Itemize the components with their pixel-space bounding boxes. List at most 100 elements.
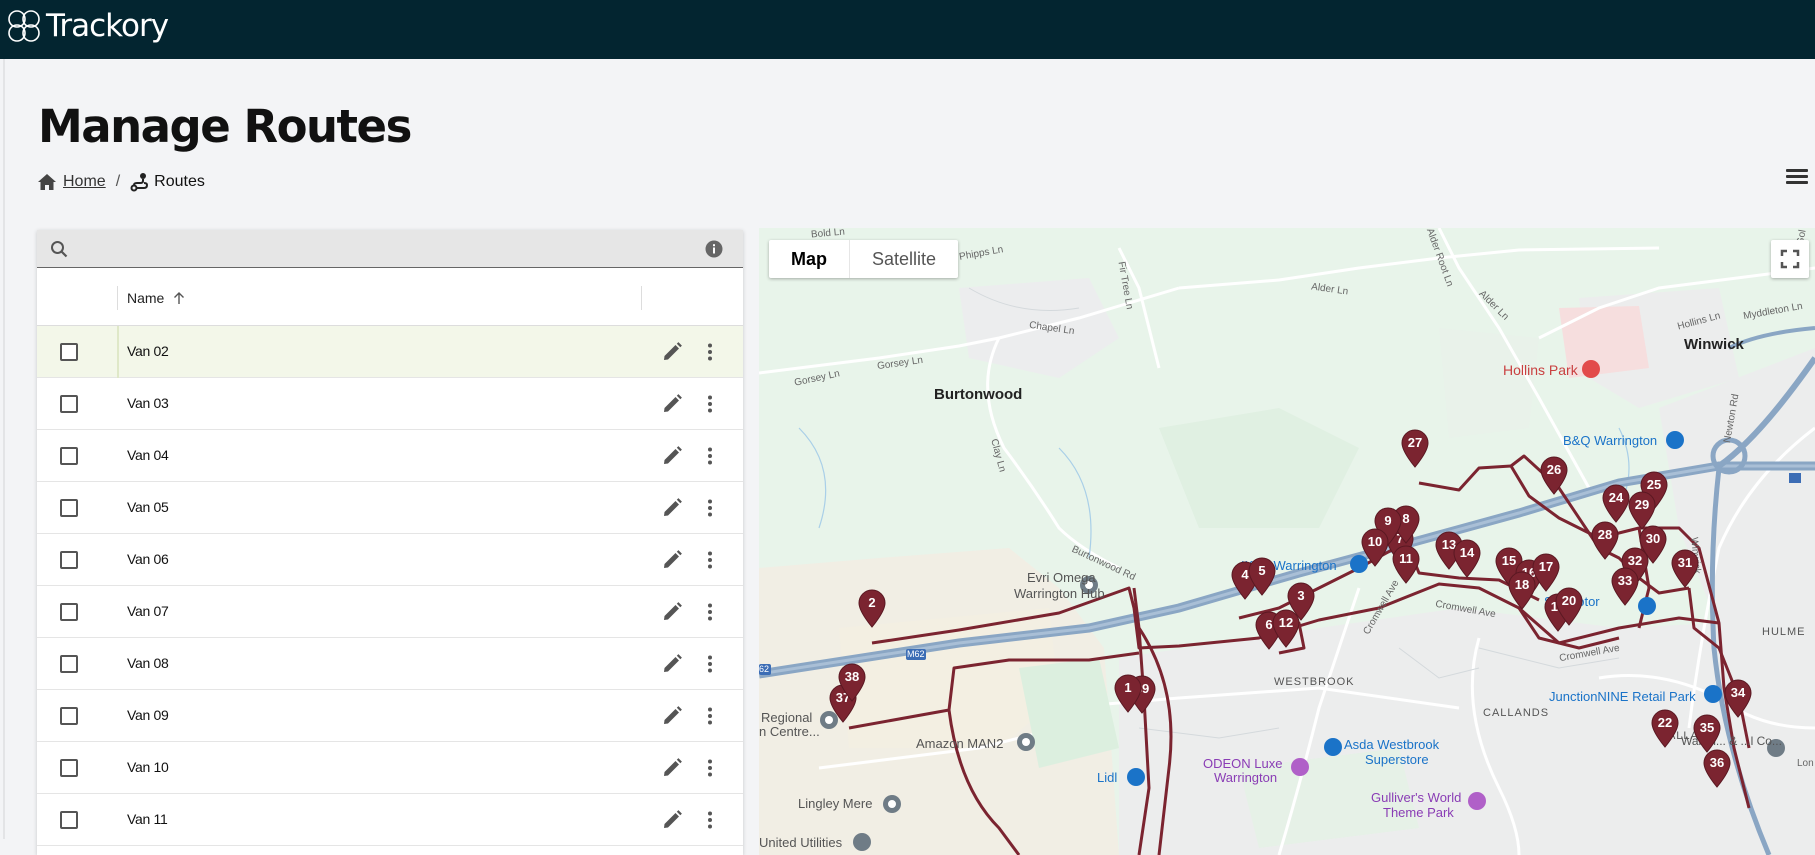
info-icon[interactable] — [705, 240, 723, 258]
breadcrumb-current: Routes — [154, 173, 205, 190]
table-row[interactable]: Van 06 — [37, 534, 743, 586]
route-stop-pin[interactable]: 10 — [1360, 527, 1390, 567]
table-row[interactable]: Van 05 — [37, 482, 743, 534]
routes-table-panel: Name Van 02 Van 03 Van 04 Van 05 Van 06 Van 0… — [37, 230, 743, 855]
pencil-icon[interactable] — [661, 757, 683, 779]
row-checkbox[interactable] — [60, 759, 78, 777]
route-stop-pin[interactable]: 34 — [1723, 678, 1753, 718]
route-stop-pin-label: 12 — [1278, 615, 1294, 630]
route-stop-pin-label: 27 — [1407, 435, 1423, 450]
table-row[interactable]: Van 03 — [37, 378, 743, 430]
route-stop-pin-label: 20 — [1561, 593, 1577, 608]
map-type-control: Map Satellite — [769, 240, 959, 278]
table-row[interactable]: Van 09 — [37, 690, 743, 742]
more-vertical-icon[interactable] — [699, 393, 721, 415]
pencil-icon[interactable] — [661, 341, 683, 363]
route-stop-pin[interactable]: 1 — [1113, 673, 1143, 713]
pencil-icon[interactable] — [661, 445, 683, 467]
more-vertical-icon[interactable] — [699, 445, 721, 467]
fullscreen-button[interactable] — [1771, 240, 1809, 278]
route-stop-pin-label: 38 — [844, 669, 860, 684]
pencil-icon[interactable] — [661, 653, 683, 675]
pencil-icon[interactable] — [661, 809, 683, 831]
route-stop-pin[interactable]: 35 — [1692, 713, 1722, 753]
name-cell — [117, 326, 119, 378]
row-checkbox[interactable] — [60, 447, 78, 465]
map-type-satellite-button[interactable]: Satellite — [849, 240, 958, 278]
row-name: Van 07 — [127, 603, 169, 619]
route-stop-pin[interactable]: 2 — [857, 588, 887, 628]
column-header-name[interactable]: Name — [127, 290, 186, 306]
pencil-icon[interactable] — [661, 549, 683, 571]
page-title: Manage Routes — [38, 100, 412, 153]
route-stop-pin-label: 18 — [1514, 577, 1530, 592]
table-row[interactable]: Van 11 — [37, 794, 743, 846]
row-checkbox[interactable] — [60, 343, 78, 361]
route-stop-pin[interactable]: 5 — [1247, 556, 1277, 596]
route-stop-pin-label: 9 — [1384, 513, 1392, 528]
map-label-winwick: Winwick — [1684, 336, 1744, 353]
search-icon — [51, 241, 68, 258]
row-checkbox[interactable] — [60, 707, 78, 725]
route-icon — [130, 173, 149, 192]
app-logo[interactable]: Trackory — [4, 6, 169, 46]
breadcrumb-home-link[interactable]: Home — [63, 173, 106, 191]
route-stop-pin[interactable]: 36 — [1702, 748, 1732, 788]
pencil-icon[interactable] — [661, 393, 683, 415]
more-vertical-icon[interactable] — [699, 653, 721, 675]
route-stop-pin[interactable]: 26 — [1539, 455, 1569, 495]
map-label-odeon-2: Warrington — [1214, 770, 1278, 785]
row-name: Van 03 — [127, 395, 169, 411]
more-vertical-icon[interactable] — [699, 497, 721, 519]
route-stop-pin[interactable]: 28 — [1590, 520, 1620, 560]
row-checkbox[interactable] — [60, 551, 78, 569]
route-stop-pin[interactable]: 33 — [1610, 566, 1640, 606]
route-map[interactable]: Burtonwood Winwick Hollins Park B&Q Warr… — [759, 228, 1815, 855]
route-stop-pin[interactable]: 22 — [1650, 708, 1680, 748]
table-row[interactable]: Van 04 — [37, 430, 743, 482]
map-road-m62: M62 — [907, 649, 925, 659]
search-input[interactable] — [77, 236, 697, 262]
row-checkbox[interactable] — [60, 811, 78, 829]
route-stop-pin[interactable]: 20 — [1554, 586, 1584, 626]
pencil-icon[interactable] — [661, 705, 683, 727]
route-stop-pin-label: 28 — [1597, 527, 1613, 542]
map-label-lingley-mere: Lingley Mere — [798, 796, 873, 811]
pencil-icon[interactable] — [661, 601, 683, 623]
map-label-callands: CALLANDS — [1483, 707, 1550, 719]
hamburger-menu-icon[interactable] — [1786, 166, 1810, 188]
route-stop-pin[interactable]: 11 — [1391, 544, 1421, 584]
table-row[interactable]: Van 02 — [37, 326, 743, 378]
map-label-evri-2: Warrington Hub — [1014, 586, 1105, 601]
row-name: Van 10 — [127, 759, 169, 775]
route-stop-pin[interactable]: 27 — [1400, 428, 1430, 468]
route-stop-pin[interactable]: 38 — [837, 662, 867, 702]
map-label-united-utilities: United Utilities — [759, 835, 843, 850]
table-row[interactable]: Van 10 — [37, 742, 743, 794]
more-vertical-icon[interactable] — [699, 549, 721, 571]
route-stop-pin[interactable]: 12 — [1271, 608, 1301, 648]
map-label-evri-1: Evri Omega — [1027, 570, 1096, 585]
map-type-map-button[interactable]: Map — [769, 240, 849, 278]
search-bar — [37, 230, 743, 268]
more-vertical-icon[interactable] — [699, 757, 721, 779]
row-checkbox[interactable] — [60, 655, 78, 673]
row-name: Van 02 — [127, 343, 169, 359]
column-header-name-label: Name — [127, 290, 165, 306]
more-vertical-icon[interactable] — [699, 601, 721, 623]
more-vertical-icon[interactable] — [699, 705, 721, 727]
route-stop-pin[interactable]: 14 — [1452, 538, 1482, 578]
more-vertical-icon[interactable] — [699, 809, 721, 831]
route-stop-pin[interactable]: 31 — [1670, 548, 1700, 588]
route-stop-pin[interactable]: 18 — [1507, 570, 1537, 610]
row-checkbox[interactable] — [60, 499, 78, 517]
fullscreen-icon — [1780, 249, 1800, 269]
pencil-icon[interactable] — [661, 497, 683, 519]
table-row[interactable]: Van 08 — [37, 638, 743, 690]
row-checkbox[interactable] — [60, 395, 78, 413]
row-checkbox[interactable] — [60, 603, 78, 621]
table-row[interactable]: Van 07 — [37, 586, 743, 638]
more-vertical-icon[interactable] — [699, 341, 721, 363]
map-label-odeon-1: ODEON Luxe — [1203, 756, 1283, 771]
route-stop-pin-label: 14 — [1459, 545, 1475, 560]
